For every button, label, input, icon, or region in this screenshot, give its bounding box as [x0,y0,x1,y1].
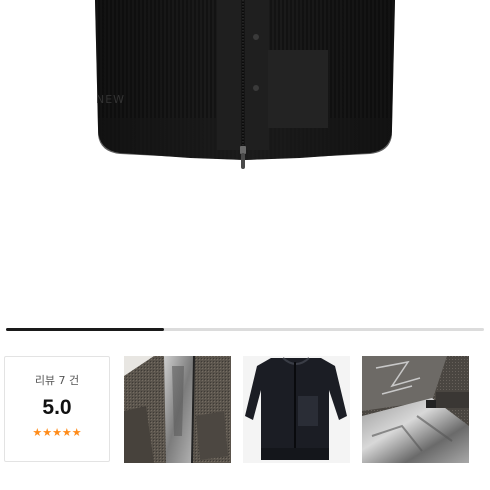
review-summary-card[interactable]: 리뷰 7 건 5.0 ★★★★★ [4,356,110,462]
review-count-label: 리뷰 7 건 [34,374,80,387]
photo-jacket-folded-icon [243,356,350,463]
rating-stars-icon: ★★★★★ [32,426,82,439]
gallery-progress-track [6,328,484,331]
review-photo-thumbnail-3[interactable] [362,356,469,463]
review-photo-thumbnail-2[interactable] [243,356,350,463]
review-photo-thumbnail-1[interactable] [124,356,231,463]
product-page: NEW 리뷰 7 건 5.0 ★★★★★ [0,0,490,490]
jacket-photo: NEW [95,0,395,169]
review-score: 5.0 [42,396,72,419]
photo-jacket-lining-icon [124,356,231,463]
product-hero-image[interactable]: NEW [0,0,490,320]
photo-jacket-pattern-icon [362,356,469,463]
hero-brand-text: NEW [96,93,125,106]
gallery-progress-fill [6,328,164,331]
